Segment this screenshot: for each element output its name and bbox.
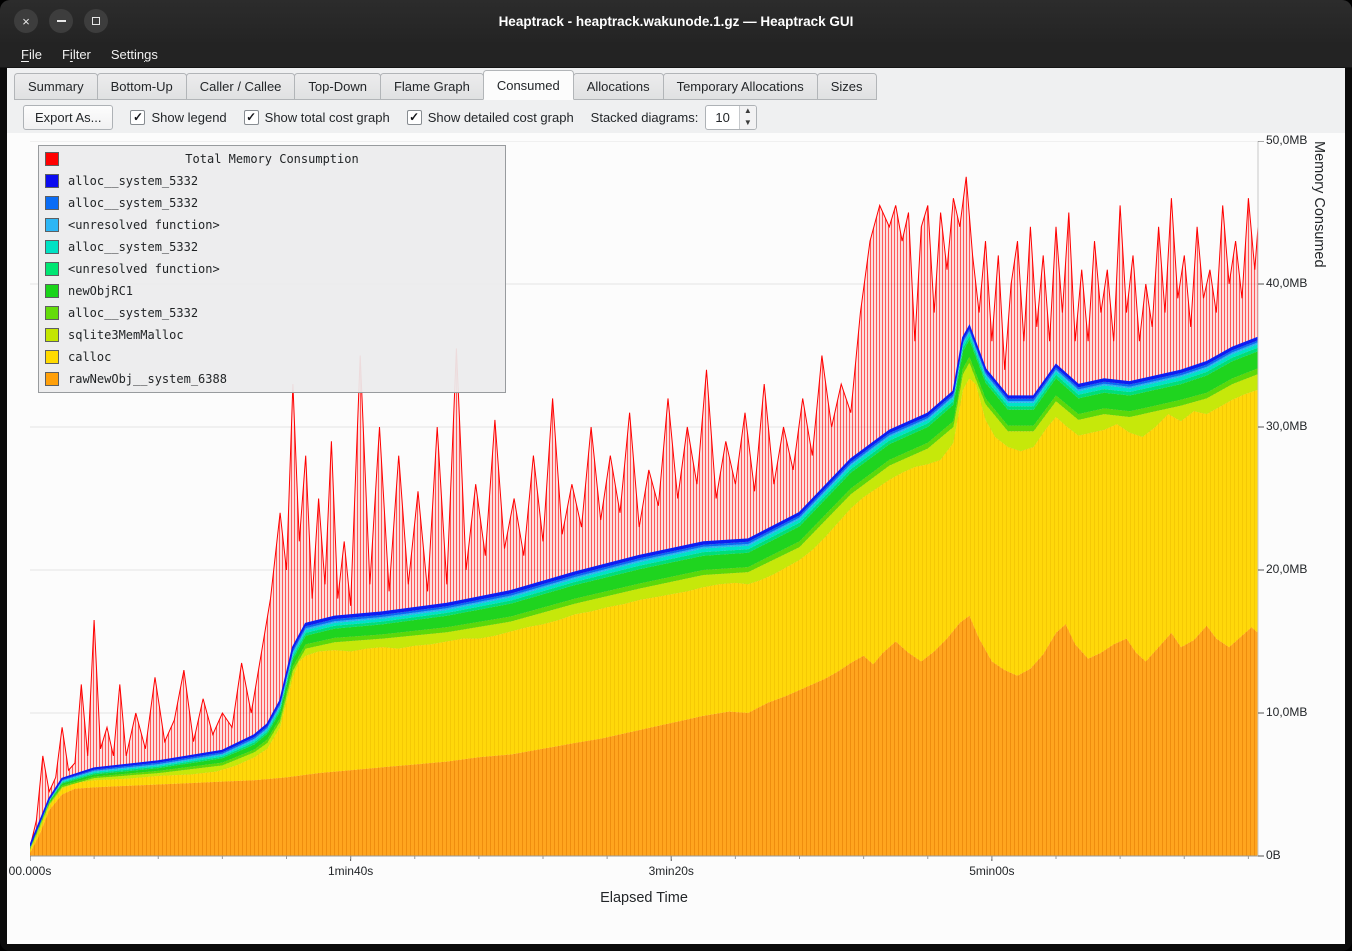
legend-swatch	[45, 306, 59, 320]
menu-settings[interactable]: Settings	[102, 44, 167, 65]
legend-swatch	[45, 262, 59, 276]
y-axis-tick-label: 50,0MB	[1266, 133, 1338, 147]
tab-caller-callee[interactable]: Caller / Callee	[186, 73, 296, 100]
legend-label: newObjRC1	[68, 284, 133, 298]
legend-row: <unresolved function>	[39, 214, 505, 236]
legend-row: sqlite3MemMalloc	[39, 324, 505, 346]
toolbar: Export As... ✓ Show legend ✓ Show total cos…	[16, 100, 1338, 134]
legend-title: Total Memory Consumption	[39, 152, 505, 166]
legend-title-row: Total Memory Consumption	[39, 148, 505, 170]
y-axis-tick-label: 40,0MB	[1266, 276, 1338, 290]
checkbox-show-legend[interactable]: ✓ Show legend	[130, 110, 226, 125]
chart-panel: 0B 10,0MB 20,0MB 30,0MB 40,0MB 50,0MB 00.000s…	[7, 133, 1345, 944]
titlebar[interactable]: × Heaptrack - heaptrack.wakunode.1.gz — …	[0, 0, 1352, 42]
legend-row: alloc__system_5332	[39, 302, 505, 324]
tab-temporary-allocations[interactable]: Temporary Allocations	[663, 73, 818, 100]
legend-swatch	[45, 350, 59, 364]
checkbox-label: Show detailed cost graph	[428, 110, 574, 125]
legend-swatch	[45, 240, 59, 254]
y-axis-tick-label: 30,0MB	[1266, 419, 1338, 433]
spin-down-button[interactable]: ▼	[740, 117, 756, 129]
menu-file[interactable]: File	[12, 44, 51, 65]
tab-flame-graph[interactable]: Flame Graph	[380, 73, 484, 100]
legend-swatch	[45, 218, 59, 232]
checkbox-check-icon: ✓	[244, 110, 259, 125]
content-area: SummaryBottom-UpCaller / CalleeTop-DownF…	[7, 68, 1345, 944]
heaptrack-window: × Heaptrack - heaptrack.wakunode.1.gz — …	[0, 0, 1352, 951]
legend-label: rawNewObj__system_6388	[68, 372, 227, 386]
maximize-button[interactable]	[84, 9, 108, 33]
close-button[interactable]: ×	[14, 9, 38, 33]
close-icon: ×	[22, 14, 30, 29]
window-controls: ×	[14, 9, 108, 33]
legend-label: <unresolved function>	[68, 262, 220, 276]
maximize-icon	[92, 17, 100, 25]
legend-row: <unresolved function>	[39, 258, 505, 280]
legend-label: alloc__system_5332	[68, 196, 198, 210]
export-as-button[interactable]: Export As...	[23, 105, 113, 130]
legend-swatch	[45, 196, 59, 210]
x-axis-tick-label: 3min20s	[649, 864, 694, 878]
legend-label: <unresolved function>	[68, 218, 220, 232]
x-axis-title: Elapsed Time	[600, 890, 688, 906]
legend-row: alloc__system_5332	[39, 192, 505, 214]
tab-summary[interactable]: Summary	[14, 73, 98, 100]
legend-label: calloc	[68, 350, 111, 364]
legend-swatch	[45, 174, 59, 188]
menu-filter[interactable]: Filter	[53, 44, 100, 65]
checkbox-group: ✓ Show legend ✓ Show total cost graph ✓ Show …	[130, 110, 573, 125]
y-axis-title: Memory Consumed	[1311, 141, 1327, 856]
legend-swatch	[45, 328, 59, 342]
stacked-diagrams-spinbox[interactable]: 10 ▲ ▼	[705, 105, 756, 130]
stacked-diagrams-group: Stacked diagrams: 10 ▲ ▼	[591, 105, 757, 130]
x-axis-tick-label: 5min00s	[969, 864, 1014, 878]
tab-sizes[interactable]: Sizes	[817, 73, 877, 100]
legend-label: sqlite3MemMalloc	[68, 328, 184, 342]
legend-swatch	[45, 284, 59, 298]
menubar: FileFilterSettings	[0, 42, 1352, 68]
legend-label: alloc__system_5332	[68, 240, 198, 254]
legend-row: newObjRC1	[39, 280, 505, 302]
legend-row: alloc__system_5332	[39, 170, 505, 192]
chart-legend: Total Memory Consumption alloc__system_5…	[38, 145, 506, 393]
legend-label: alloc__system_5332	[68, 174, 198, 188]
tab-consumed[interactable]: Consumed	[483, 70, 574, 100]
minimize-button[interactable]	[49, 9, 73, 33]
legend-swatch	[45, 372, 59, 386]
checkbox-label: Show legend	[151, 110, 226, 125]
checkbox-label: Show total cost graph	[265, 110, 390, 125]
spin-up-button[interactable]: ▲	[740, 106, 756, 118]
stacked-diagrams-value[interactable]: 10	[706, 106, 738, 129]
legend-row: rawNewObj__system_6388	[39, 368, 505, 390]
legend-row: alloc__system_5332	[39, 236, 505, 258]
checkbox-check-icon: ✓	[407, 110, 422, 125]
y-axis-tick-label: 10,0MB	[1266, 705, 1338, 719]
y-axis-tick-label: 20,0MB	[1266, 562, 1338, 576]
checkbox-check-icon: ✓	[130, 110, 145, 125]
minimize-icon	[57, 20, 66, 22]
spinbox-arrows: ▲ ▼	[739, 106, 756, 129]
tab-top-down[interactable]: Top-Down	[294, 73, 381, 100]
tab-allocations[interactable]: Allocations	[573, 73, 664, 100]
checkbox-show-total-cost-graph[interactable]: ✓ Show total cost graph	[244, 110, 390, 125]
tab-bar: SummaryBottom-UpCaller / CalleeTop-DownF…	[14, 71, 1345, 100]
x-axis-tick-label: 00.000s	[9, 864, 52, 878]
stacked-diagrams-label: Stacked diagrams:	[591, 110, 699, 125]
y-axis-tick-label: 0B	[1266, 848, 1338, 862]
legend-label: alloc__system_5332	[68, 306, 198, 320]
tab-bottom-up[interactable]: Bottom-Up	[97, 73, 187, 100]
window-title: Heaptrack - heaptrack.wakunode.1.gz — He…	[499, 14, 854, 29]
checkbox-show-detailed-cost-graph[interactable]: ✓ Show detailed cost graph	[407, 110, 574, 125]
x-axis-tick-label: 1min40s	[328, 864, 373, 878]
legend-row: calloc	[39, 346, 505, 368]
